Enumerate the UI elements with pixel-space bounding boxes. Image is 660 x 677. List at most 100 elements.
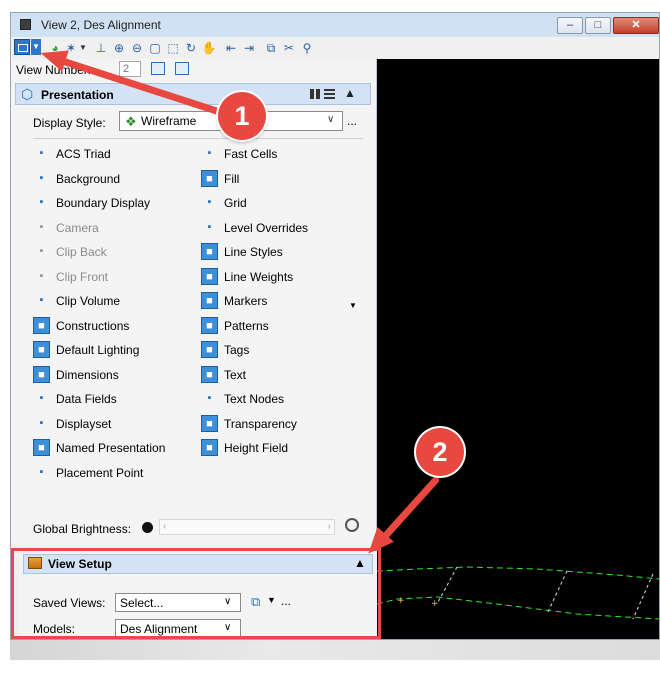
camera-icon: ▪: [39, 220, 44, 233]
presentation-toggle-fill[interactable]: ■ Fill: [201, 168, 366, 190]
view-setup-highlight: [11, 548, 381, 639]
toggle-label: Level Overrides: [224, 220, 309, 235]
chevron-down-icon: ∨: [327, 114, 335, 125]
zoom-out-icon[interactable]: ⊖: [129, 40, 145, 56]
minimize-button[interactable]: –: [557, 17, 583, 34]
presentation-toggle-level-overrides[interactable]: ▪ Level Overrides: [201, 217, 366, 239]
toggle-label: Fast Cells: [224, 147, 278, 161]
pan-view-icon[interactable]: ✋: [201, 40, 217, 56]
apply-all-views-icon[interactable]: [175, 62, 189, 75]
toggle-label: Line Weights: [224, 269, 294, 284]
presentation-toggle-text[interactable]: ■ Text: [201, 364, 366, 386]
svg-text:+: +: [431, 599, 439, 609]
alignment-graphics: + +: [377, 566, 659, 620]
window-area-icon[interactable]: ▢: [147, 40, 163, 56]
collapse-chevron-icon[interactable]: ▲: [344, 86, 356, 100]
close-button[interactable]: ✕: [613, 17, 659, 34]
view-next-icon[interactable]: ⇥: [241, 40, 257, 56]
toggle-label: Grid: [224, 196, 247, 210]
toggle-label: Dimensions: [56, 367, 119, 382]
presentation-toggle-tags[interactable]: ■ Tags: [201, 339, 366, 361]
display-style-dropdown-icon[interactable]: ▼: [75, 40, 91, 56]
title-bar[interactable]: View 2, Des Alignment – □ ✕: [11, 13, 659, 37]
list-layout-icon[interactable]: [324, 89, 335, 99]
view-canvas[interactable]: + +: [377, 59, 659, 639]
global-brightness-slider[interactable]: ‹ ›: [159, 519, 335, 535]
view-attributes-icon[interactable]: [14, 39, 30, 55]
presentation-toggle-line-weights[interactable]: ■ Line Weights: [201, 266, 366, 288]
toggle-label: Background: [56, 171, 121, 186]
clip-volume-icon: ▪: [39, 294, 44, 306]
apply-view-icon[interactable]: [151, 62, 165, 75]
presentation-toggle-clip-front[interactable]: ▪ Clip Front: [33, 266, 198, 288]
view-toolbar: ▼ ◕ ✶ ▼ ⊥ ⊕ ⊖ ▢ ⬚ ↻ ✋ ⇤ ⇥ ⧉ ✂ ⚲: [11, 37, 659, 59]
constructions-icon: ■: [33, 316, 50, 334]
presentation-toggle-constructions[interactable]: ■ Constructions: [33, 315, 198, 337]
boundary-display-icon: ▪: [39, 196, 44, 208]
view-attributes-flyout: View Number: 2 ⬡ Presentation ▲ Display …: [11, 59, 377, 545]
presentation-toggle-background[interactable]: ▪ Background: [33, 168, 198, 190]
toggle-label: Camera: [56, 220, 99, 235]
toggle-label: Patterns: [224, 318, 269, 333]
presentation-toggle-clip-volume[interactable]: ▪ Clip Volume: [33, 290, 198, 312]
cube-icon: ⬡: [21, 86, 34, 102]
toggle-label: Clip Back: [56, 245, 107, 259]
toggle-label: Clip Front: [56, 269, 109, 284]
wireframe-icon: ❖: [125, 114, 137, 129]
presentation-toggle-fast-cells[interactable]: ▪ Fast Cells: [201, 143, 366, 165]
presentation-toggle-line-styles[interactable]: ■ Line Styles: [201, 241, 366, 263]
acs-triad-icon: ▪: [39, 147, 44, 159]
toggle-label: Default Lighting: [56, 343, 140, 357]
presentation-toggle-named-presentation[interactable]: ■ Named Presentation: [33, 437, 198, 459]
presentation-toggle-camera[interactable]: ▪ Camera: [33, 217, 198, 239]
grid-layout-icon[interactable]: [310, 89, 320, 99]
presentation-toggle-displayset[interactable]: ▪ Displayset: [33, 413, 198, 435]
slider-left-icon[interactable]: ‹: [163, 520, 166, 534]
presentation-toggle-transparency[interactable]: ■ Transparency: [201, 413, 366, 435]
window-title: View 2, Des Alignment: [41, 18, 161, 32]
presentation-toggle-dimensions[interactable]: ■ Dimensions: [33, 364, 198, 386]
toggle-label: Clip Volume: [56, 294, 121, 308]
presentation-toggle-boundary-display[interactable]: ▪ Boundary Display: [33, 192, 198, 214]
toggle-label: Placement Point: [56, 465, 144, 480]
toggle-label: Constructions: [56, 318, 130, 333]
presentation-toggle-patterns[interactable]: ■ Patterns: [201, 315, 366, 337]
presentation-toggle-data-fields[interactable]: ▪ Data Fields: [33, 388, 198, 410]
fast-cells-icon: ▪: [207, 147, 212, 159]
view-number-field[interactable]: 2: [119, 61, 141, 77]
toggle-label: Transparency: [224, 416, 297, 431]
rotate-view-icon[interactable]: ↻: [183, 40, 199, 56]
placement-point-icon: ▪: [39, 465, 44, 478]
grid-icon: ▪: [207, 196, 212, 208]
divider: [33, 138, 363, 139]
presentation-toggle-markers[interactable]: ■ Markers: [201, 290, 366, 312]
toggle-label: Displayset: [56, 416, 112, 431]
level-overrides-icon: ▪: [207, 220, 212, 233]
clip-front-icon: ▪: [39, 269, 44, 282]
update-view-icon[interactable]: ⊥: [93, 40, 109, 56]
fit-view-icon[interactable]: ⬚: [165, 40, 181, 56]
presentation-toggle-placement-point[interactable]: ▪ Placement Point: [33, 462, 198, 484]
presentation-toggle-clip-back[interactable]: ▪ Clip Back: [33, 241, 198, 263]
markers-dropdown-icon[interactable]: ▼: [349, 301, 357, 310]
clip-mask-tool-icon[interactable]: ⚲: [299, 40, 315, 56]
toggle-label: Boundary Display: [56, 196, 151, 210]
window-icon: [20, 19, 31, 30]
display-style-label: Display Style:: [33, 116, 106, 130]
view-previous-icon[interactable]: ⇤: [223, 40, 239, 56]
display-style-more-button[interactable]: ...: [347, 114, 357, 128]
slider-right-icon[interactable]: ›: [328, 520, 331, 534]
text-nodes-icon: ▪: [207, 392, 212, 404]
presentation-toggle-height-field[interactable]: ■ Height Field: [201, 437, 366, 459]
zoom-in-icon[interactable]: ⊕: [111, 40, 127, 56]
data-fields-icon: ▪: [39, 392, 44, 404]
clip-volume-tool-icon[interactable]: ✂: [281, 40, 297, 56]
toggle-label: Fill: [224, 171, 240, 186]
presentation-toggle-text-nodes[interactable]: ▪ Text Nodes: [201, 388, 366, 410]
presentation-toggle-grid[interactable]: ▪ Grid: [201, 192, 366, 214]
copy-view-icon[interactable]: ⧉: [263, 40, 279, 56]
maximize-button[interactable]: □: [585, 17, 611, 34]
presentation-toggle-acs-triad[interactable]: ▪ ACS Triad: [33, 143, 198, 165]
displayset-icon: ▪: [39, 416, 44, 429]
presentation-toggle-default-lighting[interactable]: ■ Default Lighting: [33, 339, 198, 361]
